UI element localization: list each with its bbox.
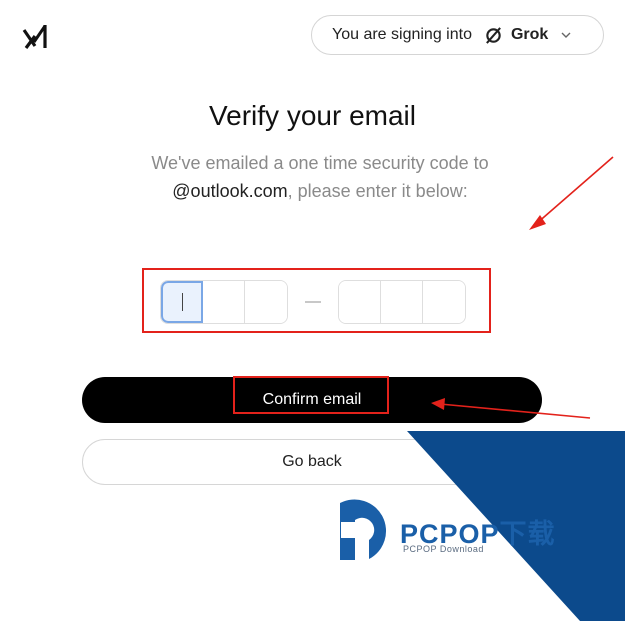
watermark: PCPOP下载 PCPOP Download xyxy=(0,0,625,621)
watermark-subtitle: PCPOP Download xyxy=(403,544,484,554)
